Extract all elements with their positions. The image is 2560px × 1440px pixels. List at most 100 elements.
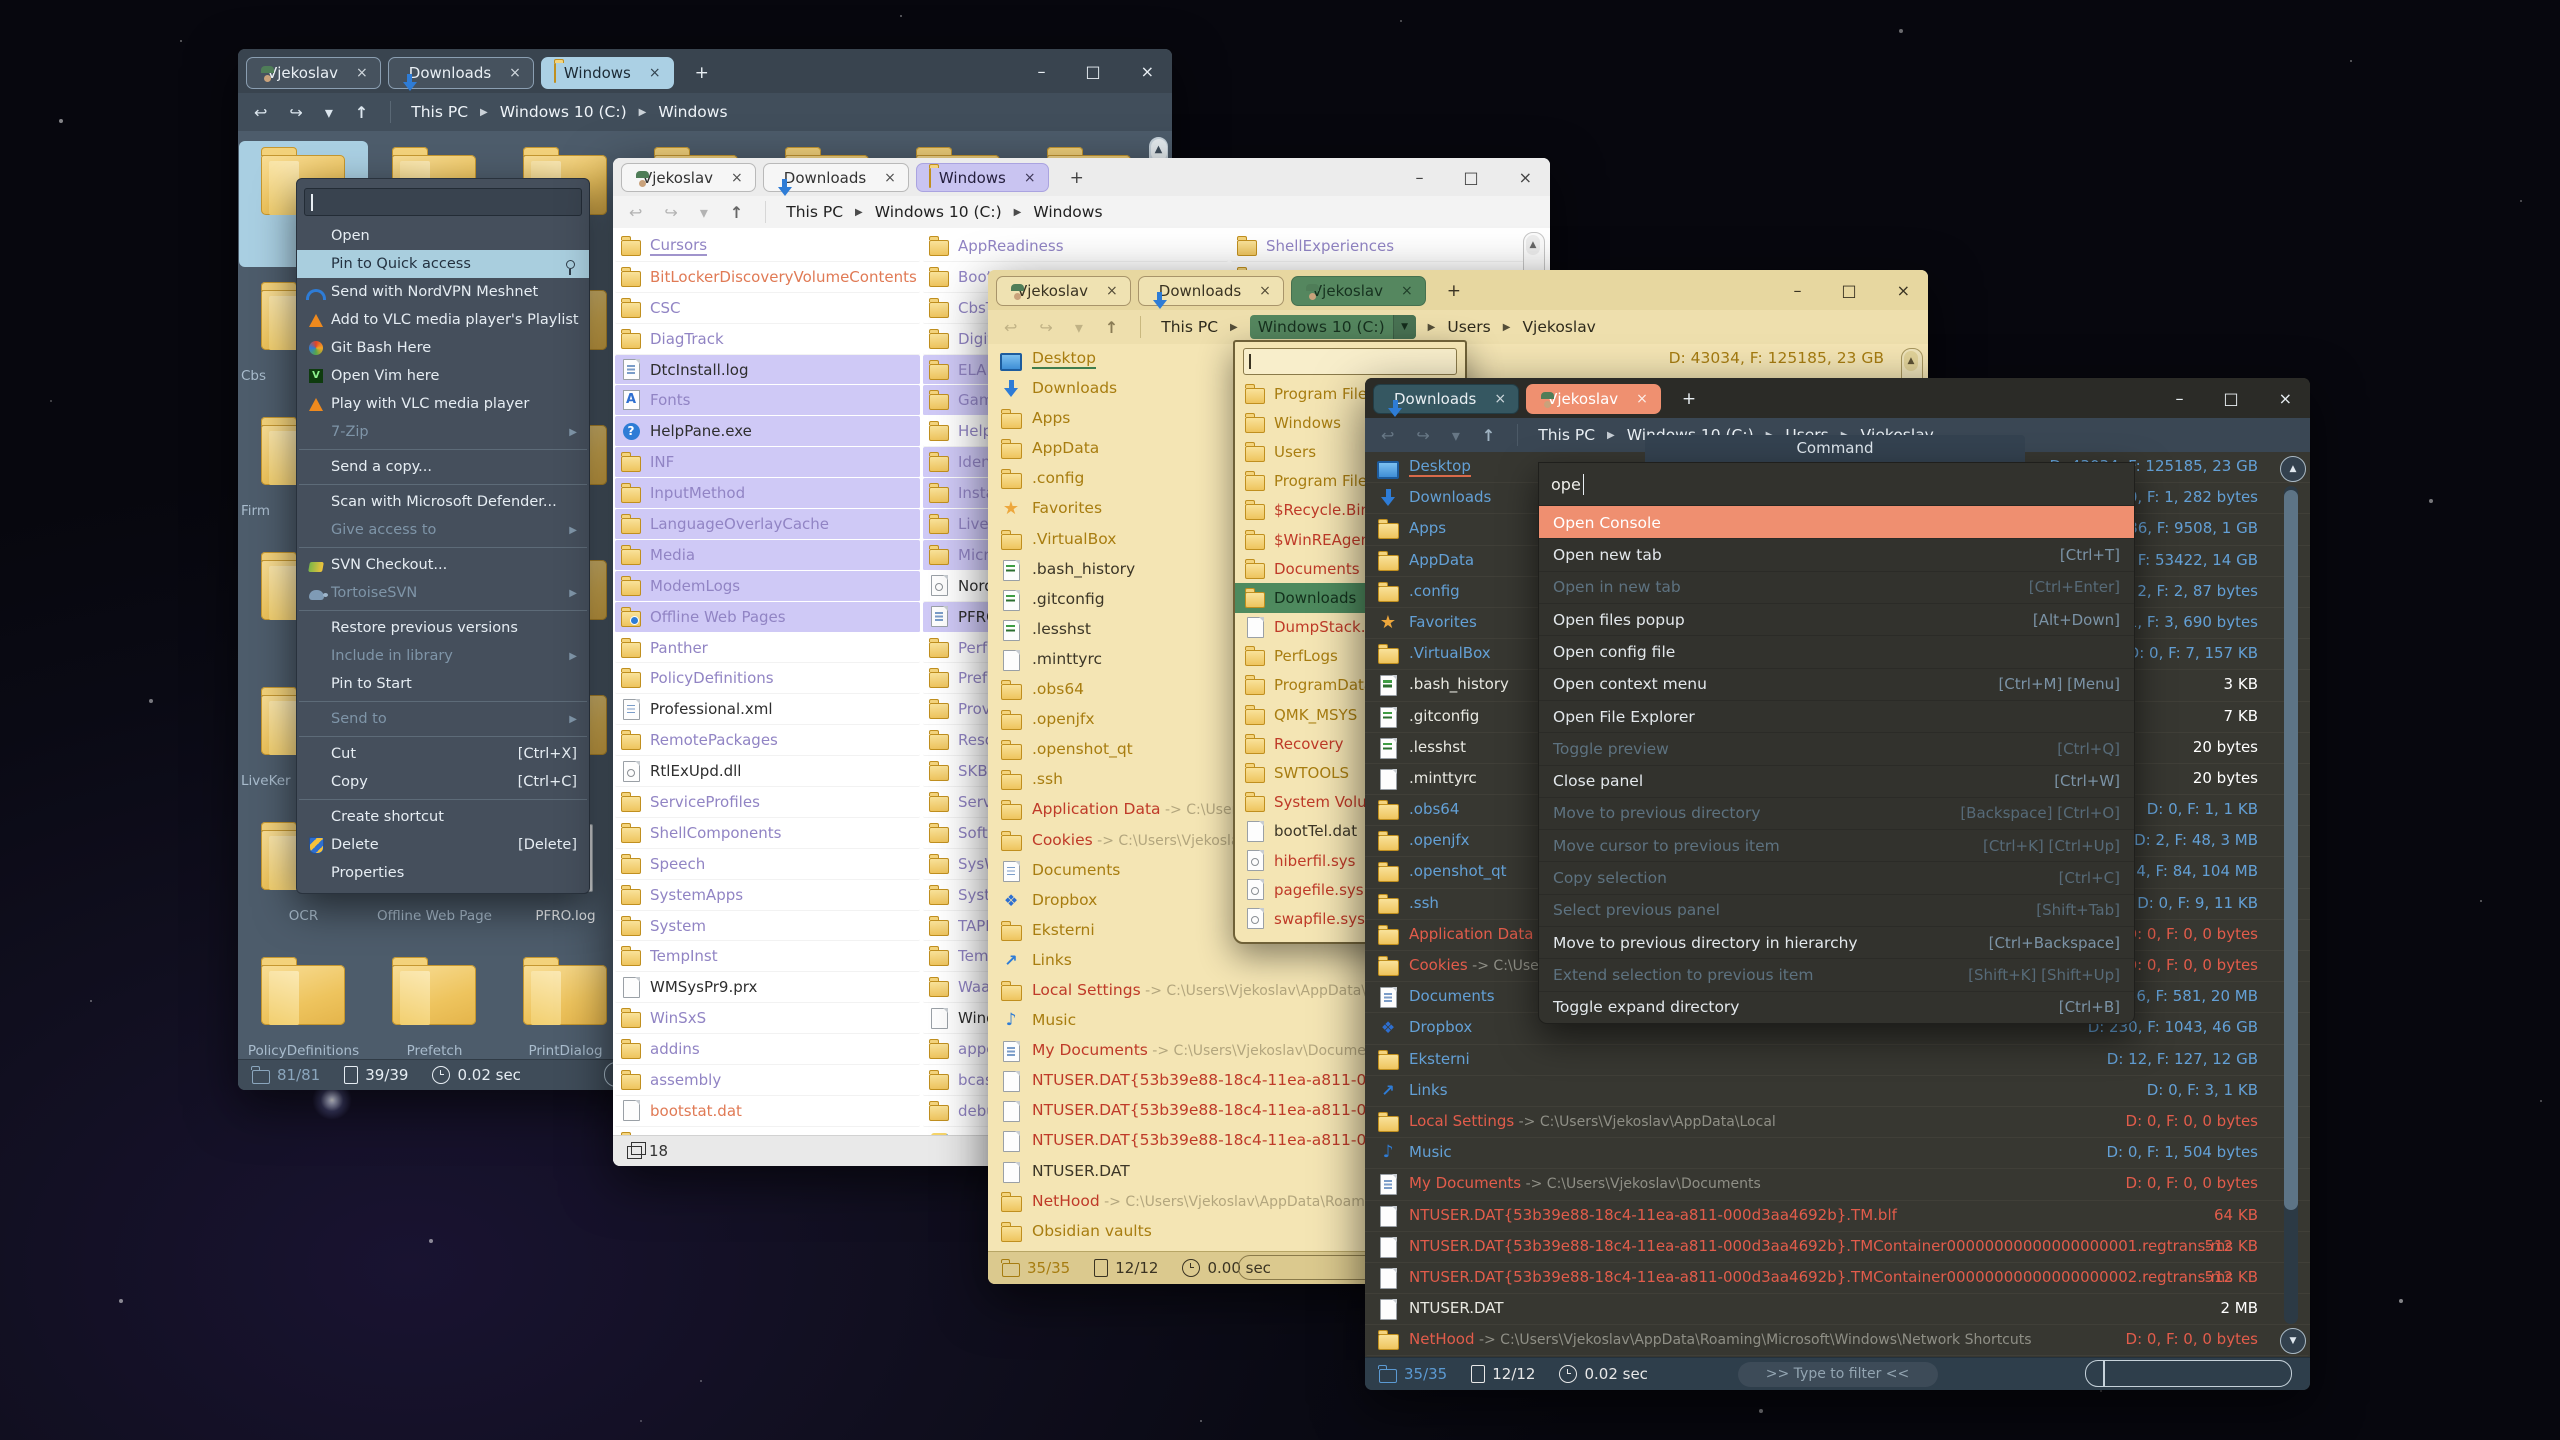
nav-back-icon[interactable]: ↩ bbox=[1381, 426, 1394, 445]
file-row[interactable]: NTUSER.DAT{53b39e88-18c4-11ea-a811-000d3… bbox=[1365, 1263, 2310, 1294]
menu-item[interactable]: Pin to Quick access bbox=[297, 250, 589, 278]
menu-item[interactable]: Add to VLC media player's Playlist bbox=[297, 306, 589, 334]
palette-item[interactable]: Copy selection[Ctrl+C] bbox=[1539, 861, 2134, 893]
maximize-button[interactable]: □ bbox=[1085, 62, 1100, 81]
tab-close-icon[interactable]: × bbox=[884, 170, 896, 186]
palette-item[interactable]: Toggle expand directory[Ctrl+B] bbox=[1539, 991, 2134, 1023]
menu-item[interactable]: Send with NordVPN Meshnet bbox=[297, 278, 589, 306]
tab-close-icon[interactable]: × bbox=[1401, 283, 1413, 299]
menu-item[interactable]: 7-Zip▶ bbox=[297, 418, 589, 446]
maximize-button[interactable]: □ bbox=[2223, 389, 2238, 408]
palette-item[interactable]: Toggle preview[Ctrl+Q] bbox=[1539, 732, 2134, 764]
file-row[interactable]: ShellComponents bbox=[615, 818, 920, 849]
maximize-button[interactable]: □ bbox=[1841, 281, 1856, 300]
menu-item[interactable]: VOpen Vim here bbox=[297, 362, 589, 390]
tab-close-icon[interactable]: × bbox=[1259, 283, 1271, 299]
minimize-button[interactable]: – bbox=[1415, 168, 1423, 187]
maximize-button[interactable]: □ bbox=[1463, 168, 1478, 187]
palette-item[interactable]: Extend selection to previous item[Shift+… bbox=[1539, 958, 2134, 990]
tab-vjekoslav[interactable]: Vjekoslav× bbox=[246, 57, 381, 89]
front-scrollbar[interactable]: ▲ ▼ bbox=[2280, 456, 2304, 1354]
nav-forward-icon[interactable]: ↪ bbox=[1416, 426, 1429, 445]
close-button[interactable]: × bbox=[1519, 168, 1532, 187]
nav-history-icon[interactable]: ▾ bbox=[1452, 426, 1460, 445]
nav-up-icon[interactable]: ↑ bbox=[355, 103, 368, 122]
minimize-button[interactable]: – bbox=[2175, 389, 2183, 408]
win2-titlebar[interactable]: Vjekoslav×Downloads×Windows×+ –□× bbox=[613, 158, 1550, 196]
menu-item[interactable]: Copy[Ctrl+C] bbox=[297, 768, 589, 796]
palette-item[interactable]: Move to previous directory in hierarchy[… bbox=[1539, 926, 2134, 958]
file-row[interactable]: AFonts bbox=[615, 385, 920, 416]
tab-windows[interactable]: Windows× bbox=[541, 57, 674, 89]
file-row[interactable]: ♪MusicD: 0, F: 1, 504 bytes bbox=[1365, 1138, 2310, 1169]
file-row[interactable]: NTUSER.DAT{53b39e88-18c4-11ea-a811-000d3… bbox=[1365, 1201, 2310, 1232]
tab-close-icon[interactable]: × bbox=[356, 65, 368, 81]
tab-close-icon[interactable]: × bbox=[509, 65, 521, 81]
close-button[interactable]: × bbox=[2279, 389, 2292, 408]
file-row[interactable]: INF bbox=[615, 447, 920, 478]
breadcrumb-item[interactable]: Users bbox=[1447, 318, 1490, 336]
file-row[interactable]: ModemLogs bbox=[615, 571, 920, 602]
menu-item[interactable]: Send a copy... bbox=[297, 453, 589, 481]
nav-forward-icon[interactable]: ↪ bbox=[289, 103, 302, 122]
file-row[interactable]: TempInst bbox=[615, 941, 920, 972]
scroll-up-icon[interactable]: ▲ bbox=[2280, 456, 2306, 482]
breadcrumb-item[interactable]: This PC bbox=[411, 103, 468, 121]
nav-back-icon[interactable]: ↩ bbox=[629, 203, 642, 222]
file-row[interactable]: bootstat.dat bbox=[615, 1096, 920, 1127]
file-row[interactable]: LanguageOverlayCache bbox=[615, 509, 920, 540]
file-row[interactable]: RtlExUpd.dll bbox=[615, 756, 920, 787]
scroll-down-icon[interactable]: ▼ bbox=[2280, 1328, 2306, 1354]
file-row[interactable]: SystemApps bbox=[615, 880, 920, 911]
file-row[interactable]: NTUSER.DAT2 MB bbox=[1365, 1294, 2310, 1325]
palette-item[interactable]: Select previous panel[Shift+Tab] bbox=[1539, 894, 2134, 926]
file-row[interactable]: System bbox=[615, 911, 920, 942]
win3-titlebar[interactable]: Vjekoslav×Downloads×Vjekoslav×+ –□× bbox=[988, 270, 1928, 310]
breadcrumb-item[interactable]: Vjekoslav bbox=[1522, 318, 1595, 336]
close-button[interactable]: × bbox=[1141, 62, 1154, 81]
file-row[interactable]: CSC bbox=[615, 293, 920, 324]
nav-history-icon[interactable]: ▾ bbox=[325, 103, 333, 122]
menu-item[interactable]: SVN Checkout... bbox=[297, 551, 589, 579]
file-row[interactable]: DiagTrack bbox=[615, 324, 920, 355]
new-tab-button[interactable]: + bbox=[695, 63, 709, 83]
type-to-filter-button[interactable]: >> Type to filter << bbox=[1738, 1362, 1938, 1387]
palette-item[interactable]: Open Console bbox=[1539, 506, 2134, 538]
menu-item[interactable]: Properties bbox=[297, 859, 589, 887]
breadcrumb-item[interactable]: This PC bbox=[1161, 318, 1218, 336]
nav-back-icon[interactable]: ↩ bbox=[1004, 318, 1017, 337]
tab-downloads[interactable]: Downloads× bbox=[1138, 276, 1284, 306]
file-row[interactable]: ?HelpPane.exe bbox=[615, 416, 920, 447]
nav-up-icon[interactable]: ↑ bbox=[1482, 426, 1495, 445]
menu-item[interactable]: Cut[Ctrl+X] bbox=[297, 740, 589, 768]
file-row[interactable]: EksterniD: 12, F: 127, 12 GB bbox=[1365, 1045, 2310, 1076]
tab-windows[interactable]: Windows× bbox=[916, 163, 1049, 192]
menu-filter-input[interactable] bbox=[304, 188, 582, 216]
file-row[interactable]: WMSysPr9.prx bbox=[615, 972, 920, 1003]
nav-forward-icon[interactable]: ↪ bbox=[1039, 318, 1052, 337]
tab-downloads[interactable]: Downloads× bbox=[763, 163, 909, 192]
file-row[interactable]: DtcInstall.log bbox=[615, 355, 920, 386]
breadcrumb-dropdown-icon[interactable]: ▼ bbox=[1393, 315, 1416, 339]
scroll-up-icon[interactable]: ▲ bbox=[1904, 351, 1918, 371]
dropdown-filter-input[interactable] bbox=[1243, 348, 1457, 375]
file-row[interactable]: ↗LinksD: 0, F: 3, 1 KB bbox=[1365, 1076, 2310, 1107]
file-row[interactable]: WinSxS bbox=[615, 1003, 920, 1034]
file-row[interactable]: addins bbox=[615, 1034, 920, 1065]
tab-close-icon[interactable]: × bbox=[1024, 170, 1036, 186]
file-row[interactable]: Offline Web Pages bbox=[615, 602, 920, 633]
nav-up-icon[interactable]: ↑ bbox=[730, 203, 743, 222]
menu-item[interactable]: Play with VLC media player bbox=[297, 390, 589, 418]
file-row[interactable]: Media bbox=[615, 540, 920, 571]
menu-item[interactable]: Scan with Microsoft Defender... bbox=[297, 488, 589, 516]
palette-item[interactable]: Open config file bbox=[1539, 635, 2134, 667]
minimize-button[interactable]: – bbox=[1037, 62, 1045, 81]
file-row[interactable]: InputMethod bbox=[615, 478, 920, 509]
file-row[interactable]: RemotePackages bbox=[615, 725, 920, 756]
new-tab-button[interactable]: + bbox=[1447, 281, 1461, 301]
file-row[interactable]: My Documents -> C:\Users\Vjekoslav\Docum… bbox=[1365, 1169, 2310, 1200]
nav-up-icon[interactable]: ↑ bbox=[1105, 318, 1118, 337]
breadcrumb-item[interactable]: Windows 10 (C:) bbox=[875, 203, 1002, 221]
file-row[interactable]: Panther bbox=[615, 633, 920, 664]
breadcrumb-item[interactable]: Windows bbox=[658, 103, 727, 121]
